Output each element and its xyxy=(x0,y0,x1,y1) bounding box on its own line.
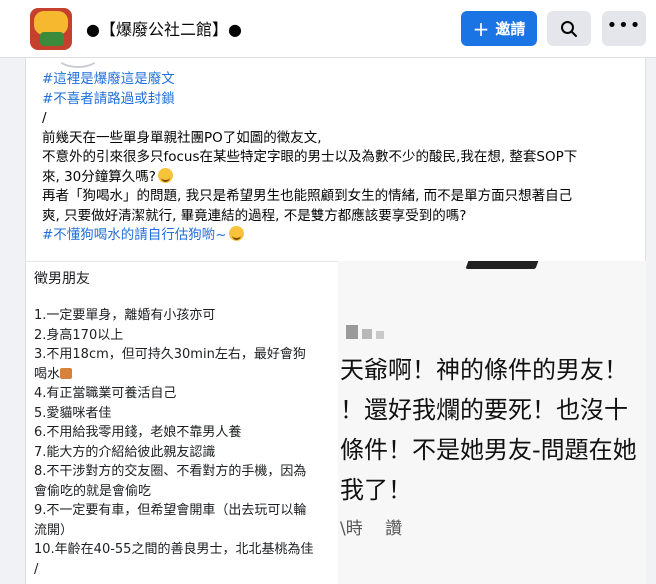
more-options-button[interactable]: ••• xyxy=(602,11,646,46)
list-item: 9.不一定要有車，但希望會開車（出去玩可以輪 xyxy=(34,503,307,518)
post-text-line: 前幾天在一些單身單親社團PO了如圖的徵友文, xyxy=(42,129,322,146)
list-item: 1.一定要單身，離婚有小孩亦可 xyxy=(34,308,216,323)
comment-text-line: 我了！ xyxy=(340,476,412,504)
list-item: 8.不干涉對方的交友圈、不看對方的手機，因為 xyxy=(34,464,307,479)
list-item: 4.有正當職業可養活自己 xyxy=(34,386,177,401)
list-item: 喝水 xyxy=(34,366,61,382)
search-button[interactable] xyxy=(547,11,591,46)
group-header-bar: ●【爆廢公社二館】● + 邀請 ••• xyxy=(0,0,656,58)
bag-emoji-icon xyxy=(60,367,73,379)
thinking-face-icon xyxy=(157,167,173,183)
list-item: 10.年齡在40-55之間的善良男士，北北基桃為佳 xyxy=(34,542,314,557)
avatar-ring-fragment xyxy=(56,44,100,68)
cropped-text-fragment xyxy=(465,261,541,269)
comment-text-line: ！還好我爛的要死！也沒十 xyxy=(340,396,628,424)
more-icon: ••• xyxy=(606,14,642,36)
post-text-line: / xyxy=(42,110,47,126)
post-card: #這裡是爆廢這是廢文 #不喜者請路過或封鎖 / 前幾天在一些單身單親社團PO了如… xyxy=(25,58,646,584)
blurred-name-block xyxy=(346,325,358,339)
group-title[interactable]: ●【爆廢公社二館】● xyxy=(86,16,242,40)
post-text-line: 爽, 只要做好清潔就行, 畢竟連結的過程, 不是雙方都應該要享受到的嗎? xyxy=(42,207,467,224)
avatar-shape xyxy=(40,32,64,46)
group-avatar[interactable] xyxy=(30,8,72,50)
comment-meta: \時 讚 xyxy=(340,519,403,539)
post-text-line: 來, 30分鐘算久嗎? xyxy=(42,168,156,185)
post-text-line: 再者「狗喝水」的問題, 我只是希望男生也能照顧到女生的情緒, 而不是單方面只想著… xyxy=(42,188,573,204)
hashtag-link[interactable]: #這裡是爆廢這是廢文 xyxy=(42,71,175,87)
blurred-name-block xyxy=(362,329,372,339)
requirements-list: 1.一定要單身，離婚有小孩亦可 2.身高170以上 3.不用18cm，但可持久3… xyxy=(34,306,332,579)
search-icon xyxy=(561,20,577,37)
hashtag-link[interactable]: #不喜者請路過或封鎖 xyxy=(42,91,175,107)
list-item: 5.愛貓咪者佳 xyxy=(34,405,112,421)
hashtag-link[interactable]: #不懂狗喝水的請自行估狗喲~ xyxy=(42,227,227,243)
post-text-line: 不意外的引來很多只focus在某些特定字眼的男士以及為數不少的酸民,我在想, 整… xyxy=(42,149,578,165)
list-item: 流開） xyxy=(34,522,74,538)
list-item: / xyxy=(34,561,39,577)
list-item: 6.不用給我零用錢，老娘不靠男人養 xyxy=(34,425,242,440)
list-item: 會偷吃的就是會偷吃 xyxy=(34,483,152,499)
invite-button[interactable]: + 邀請 xyxy=(461,11,537,46)
post-image-left[interactable]: 徵男朋友 1.一定要單身，離婚有小孩亦可 2.身高170以上 3.不用18cm，… xyxy=(26,261,338,584)
image-heading: 徵男朋友 xyxy=(34,271,90,287)
post-image-right[interactable]: 天爺啊！神的條件的男友！ ！還好我爛的要死！也沒十 條件！不是她男友-問題在她 … xyxy=(338,261,646,584)
comment-text-line: 條件！不是她男友-問題在她 xyxy=(340,436,637,464)
blurred-name-block xyxy=(376,331,384,339)
post-body: #這裡是爆廢這是廢文 #不喜者請路過或封鎖 / 前幾天在一些單身單親社團PO了如… xyxy=(42,70,632,246)
plus-icon: + xyxy=(472,16,490,41)
list-item: 3.不用18cm，但可持久30min左右，最好會狗 xyxy=(34,347,306,362)
list-item: 7.能大方的介紹給彼此親友認識 xyxy=(34,444,216,460)
comment-text-line: 天爺啊！神的條件的男友！ xyxy=(340,356,628,384)
list-item: 2.身高170以上 xyxy=(34,327,124,343)
invite-label: 邀請 xyxy=(495,20,526,38)
smiling-face-icon xyxy=(228,226,244,241)
